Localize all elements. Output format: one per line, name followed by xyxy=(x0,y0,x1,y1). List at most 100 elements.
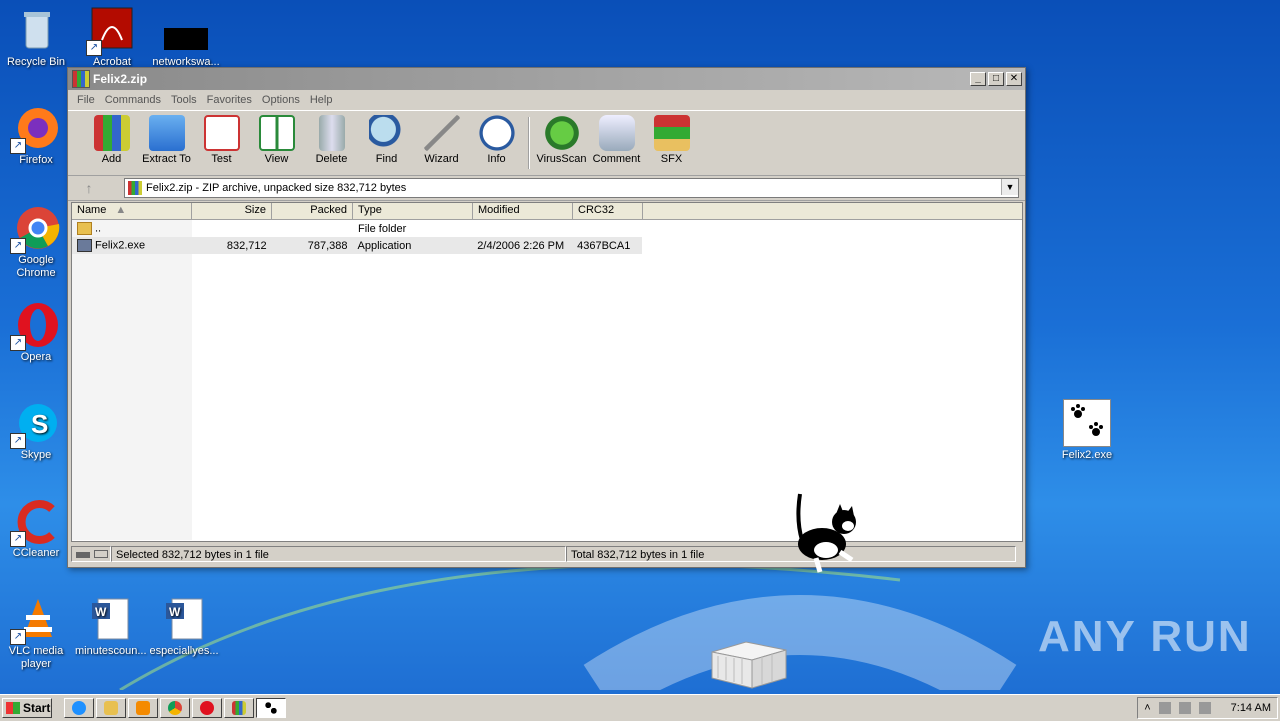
menu-tools[interactable]: Tools xyxy=(166,94,202,106)
application-icon xyxy=(77,239,92,252)
taskbar-media-player[interactable] xyxy=(128,698,158,718)
desktop-icon-minutescoun[interactable]: W minutescoun... xyxy=(75,595,147,658)
shortcut-arrow-icon: ↗ xyxy=(10,629,26,645)
folder-icon xyxy=(77,222,92,235)
desktop-icon-opera[interactable]: ↗ Opera xyxy=(1,301,71,364)
clock[interactable]: 7:14 AM xyxy=(1231,702,1271,714)
info-button[interactable]: Info xyxy=(469,115,524,165)
sfx-archive-icon xyxy=(653,115,690,151)
chevron-down-icon[interactable]: ▼ xyxy=(1001,179,1018,195)
column-header-packed[interactable]: Packed xyxy=(272,203,353,219)
internet-explorer-icon xyxy=(72,701,86,715)
paw-prints-icon xyxy=(264,701,278,715)
menu-help[interactable]: Help xyxy=(305,94,338,106)
network-icon[interactable] xyxy=(1158,702,1171,714)
column-header-size[interactable]: Size xyxy=(192,203,272,219)
find-button[interactable]: Find xyxy=(359,115,414,165)
word-doc-icon: W xyxy=(160,595,208,643)
vlc-icon: ↗ xyxy=(10,595,60,645)
desktop-icon-chrome[interactable]: ↗ Google Chrome xyxy=(1,204,71,280)
winrar-window: Felix2.zip _ □ ✕ File Commands Tools Fav… xyxy=(67,67,1026,568)
svg-text:W: W xyxy=(169,605,181,619)
shortcut-arrow-icon: ↗ xyxy=(10,433,26,449)
taskbar: Start ˄ 7:14 AM xyxy=(0,694,1280,721)
file-list: Name ▲ Size Packed Type Modified CRC32 .… xyxy=(71,202,1023,542)
info-icon xyxy=(478,115,515,151)
sfx-button[interactable]: SFX xyxy=(644,115,699,165)
sort-ascending-icon: ▲ xyxy=(115,204,127,216)
test-button[interactable]: Test xyxy=(194,115,249,165)
add-button[interactable]: Add xyxy=(84,115,139,165)
start-button[interactable]: Start xyxy=(2,698,52,718)
acrobat-icon: ↗ xyxy=(86,6,136,56)
desktop-icon-ccleaner[interactable]: ↗ CCleaner xyxy=(1,497,71,560)
system-tray: ˄ 7:14 AM xyxy=(1137,697,1278,719)
shortcut-arrow-icon: ↗ xyxy=(10,531,26,547)
media-player-icon xyxy=(136,701,150,715)
add-archive-icon xyxy=(93,115,130,151)
desktop-icon-networkswa[interactable]: networkswa... xyxy=(151,6,221,69)
speaker-icon[interactable] xyxy=(1178,702,1191,714)
file-list-header: Name ▲ Size Packed Type Modified CRC32 xyxy=(72,203,1022,220)
desktop-icon-felix2-exe[interactable]: Felix2.exe xyxy=(1062,399,1112,461)
desktop-icon-firefox[interactable]: ↗ Firefox xyxy=(1,104,71,167)
felix-crate-icon xyxy=(706,638,792,690)
menu-favorites[interactable]: Favorites xyxy=(202,94,257,106)
black-thumbnail-icon xyxy=(162,6,210,54)
desktop-icon-especiallyes[interactable]: W especiallyes... xyxy=(149,595,219,658)
firefox-icon: ↗ xyxy=(10,104,60,154)
winrar-icon xyxy=(232,701,246,715)
table-row-felix2-exe[interactable]: Felix2.exe 832,712 787,388 Application 2… xyxy=(72,237,642,254)
desktop-icon-recycle-bin[interactable]: Recycle Bin xyxy=(1,6,71,69)
flag-icon[interactable] xyxy=(1198,702,1211,714)
column-header-modified[interactable]: Modified xyxy=(473,203,573,219)
chevron-up-icon[interactable]: ˄ xyxy=(1144,702,1150,714)
path-dropdown[interactable]: Felix2.zip - ZIP archive, unpacked size … xyxy=(124,178,1019,198)
desktop-icon-vlc[interactable]: ↗ VLC media player xyxy=(1,595,71,671)
minimize-button[interactable]: _ xyxy=(970,72,986,86)
title-bar[interactable]: Felix2.zip _ □ ✕ xyxy=(68,68,1025,90)
toolbar: Add Extract To Test View Delete Find Wiz… xyxy=(68,110,1025,176)
magic-wand-icon xyxy=(423,115,460,151)
checklist-icon xyxy=(203,115,240,151)
up-one-level-button[interactable]: ↑ xyxy=(74,179,104,197)
folder-icon xyxy=(104,701,118,715)
desktop-icon-acrobat[interactable]: ↗ Acrobat xyxy=(77,6,147,69)
extract-to-button[interactable]: Extract To xyxy=(139,115,194,165)
virusscan-button[interactable]: VirusScan xyxy=(534,115,589,165)
menu-options[interactable]: Options xyxy=(257,94,305,106)
taskbar-winrar[interactable] xyxy=(224,698,254,718)
taskbar-opera[interactable] xyxy=(192,698,222,718)
table-row-parent-folder[interactable]: .. File folder xyxy=(72,220,1022,237)
svg-text:S: S xyxy=(31,409,48,439)
taskbar-felix[interactable] xyxy=(256,698,286,718)
view-button[interactable]: View xyxy=(249,115,304,165)
comment-button[interactable]: Comment xyxy=(589,115,644,165)
taskbar-explorer[interactable] xyxy=(96,698,126,718)
taskbar-ie[interactable] xyxy=(64,698,94,718)
column-header-type[interactable]: Type xyxy=(353,203,473,219)
column-header-crc32[interactable]: CRC32 xyxy=(573,203,643,219)
ccleaner-icon: ↗ xyxy=(10,497,60,547)
windows-logo-icon xyxy=(6,702,20,714)
toolbar-separator xyxy=(528,117,530,169)
menu-file[interactable]: File xyxy=(72,94,100,106)
folder-extract-icon xyxy=(148,115,185,151)
desktop-icon-skype[interactable]: S ↗ Skype xyxy=(1,399,71,462)
book-icon xyxy=(258,115,295,151)
close-button[interactable]: ✕ xyxy=(1006,72,1022,86)
winrar-app-icon xyxy=(72,70,90,88)
wizard-button[interactable]: Wizard xyxy=(414,115,469,165)
name-column-shading xyxy=(72,220,192,540)
column-header-name[interactable]: Name ▲ xyxy=(72,203,192,219)
menu-commands[interactable]: Commands xyxy=(100,94,166,106)
virus-bug-icon xyxy=(543,115,580,151)
word-doc-icon: W xyxy=(86,595,134,643)
watermark: ANY RUN xyxy=(1038,612,1252,661)
drive-icon[interactable] xyxy=(71,546,111,562)
shortcut-arrow-icon: ↗ xyxy=(10,238,26,254)
maximize-button[interactable]: □ xyxy=(988,72,1004,86)
delete-button[interactable]: Delete xyxy=(304,115,359,165)
shortcut-arrow-icon: ↗ xyxy=(86,40,102,56)
taskbar-chrome[interactable] xyxy=(160,698,190,718)
